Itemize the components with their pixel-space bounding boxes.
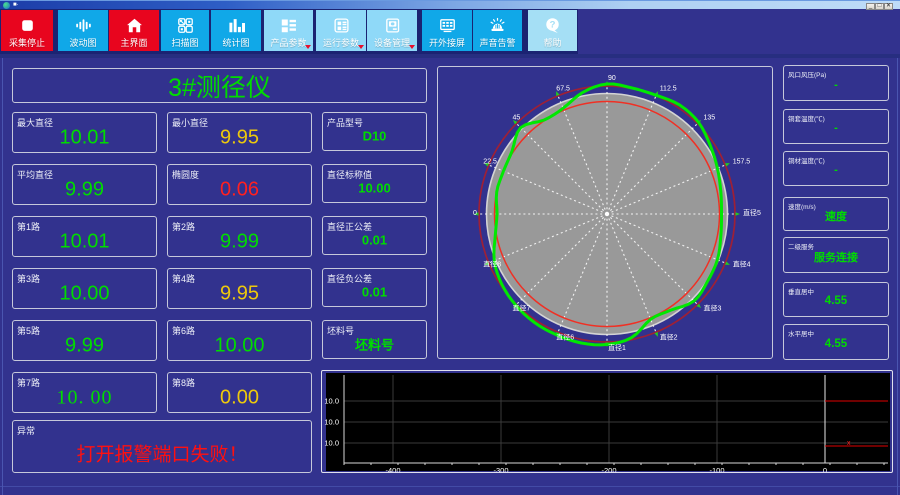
svg-text:90: 90 xyxy=(608,75,616,82)
svg-text:10.0: 10.0 xyxy=(324,397,339,406)
svg-text:0: 0 xyxy=(473,210,477,217)
svg-text:-100: -100 xyxy=(709,466,724,472)
svg-text:22.5: 22.5 xyxy=(483,158,497,165)
svg-text:112.5: 112.5 xyxy=(660,85,677,92)
svg-text:直径5: 直径5 xyxy=(743,208,761,217)
svg-text:67.5: 67.5 xyxy=(556,85,570,92)
svg-text:?: ? xyxy=(550,20,556,31)
svg-text:10.0: 10.0 xyxy=(324,418,339,427)
svg-text:45: 45 xyxy=(513,115,521,122)
svg-text:直径8: 直径8 xyxy=(483,260,501,269)
svg-text:x: x xyxy=(847,440,851,447)
svg-text:-200: -200 xyxy=(601,466,616,472)
svg-text:直径3: 直径3 xyxy=(704,304,722,313)
svg-text:10.0: 10.0 xyxy=(324,439,339,448)
svg-text:直径7: 直径7 xyxy=(513,304,531,313)
svg-text:直径1: 直径1 xyxy=(608,343,626,352)
svg-text:135: 135 xyxy=(704,115,716,122)
svg-text:-300: -300 xyxy=(493,466,508,472)
svg-text:157.5: 157.5 xyxy=(733,158,751,165)
svg-text:直径2: 直径2 xyxy=(660,333,678,342)
svg-text:直径4: 直径4 xyxy=(733,260,751,269)
svg-text:-400: -400 xyxy=(385,466,400,472)
svg-text:0: 0 xyxy=(823,466,827,472)
svg-text:直径6: 直径6 xyxy=(556,333,574,342)
